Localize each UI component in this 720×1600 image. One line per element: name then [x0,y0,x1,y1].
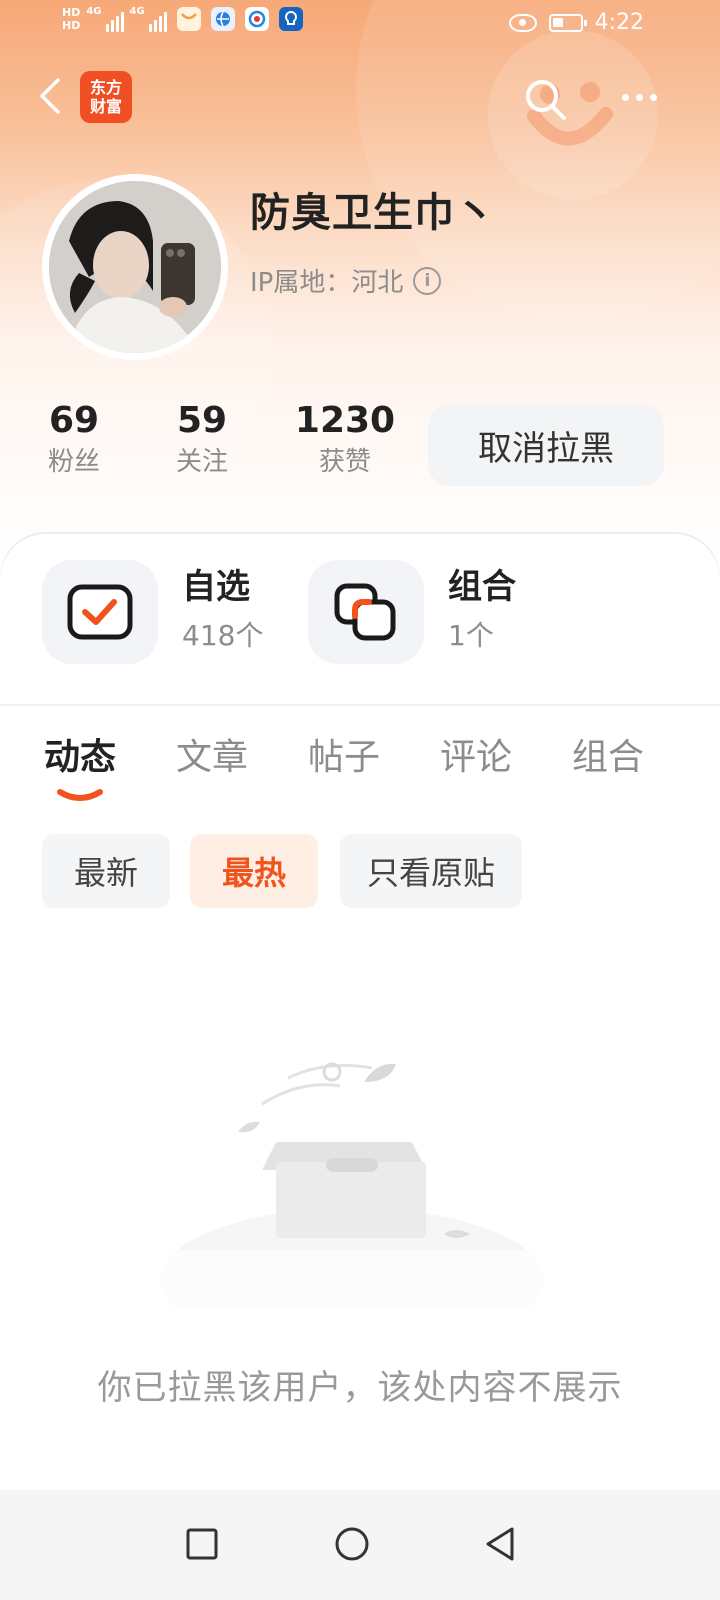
triangle-back-icon [486,1527,514,1561]
checkbox-check-icon [67,584,133,640]
filter-original-only[interactable]: 只看原贴 [340,834,522,908]
feature-count: 418个 [182,619,264,652]
stat-label: 粉丝 [47,447,100,477]
watchlist-entry[interactable]: 自选 418个 [42,560,263,664]
app-logo[interactable]: 东方 财富 [80,71,132,123]
more-dots-icon[interactable] [622,82,670,112]
recent-apps-button[interactable] [170,1512,234,1576]
notification-app-icon [210,7,235,31]
hd-indicator: HD HD [62,6,81,32]
circle-icon [335,1527,369,1561]
filter-hot[interactable]: 最热 [190,834,318,908]
unblock-button[interactable]: 取消拉黑 [428,404,664,486]
notification-app-icon [176,7,201,31]
feature-title: 组合 [448,567,516,607]
battery-icon [548,13,587,32]
stat-likes[interactable]: 1230 获赞 [290,400,400,482]
empty-message: 你已拉黑该用户，该处内容不展示 [97,1368,623,1408]
signal-icon: 4G [86,6,124,32]
system-back-button[interactable] [468,1512,532,1576]
stat-label: 关注 [175,447,228,477]
ip-location-row: IP属地：河北 i [250,262,442,299]
status-bar: HD HD 4G 4G 4:22 [0,0,720,48]
feature-card: 自选 418个 组合 1个 [0,534,720,704]
profile-screen: HD HD 4G 4G 4:22 东方 财富 防臭卫生巾丶 IP属地：河北 i … [0,0,720,1600]
active-tab-indicator [57,789,103,801]
stat-label: 获赞 [318,447,371,477]
stat-value: 1230 [294,400,396,441]
eye-comfort-icon [508,13,537,32]
tab-portfolio[interactable]: 组合 [572,730,644,786]
avatar[interactable] [42,174,228,360]
stat-value: 69 [48,400,100,441]
stat-following[interactable]: 59 关注 [162,400,242,482]
filter-latest[interactable]: 最新 [42,834,170,908]
tab-comments[interactable]: 评论 [440,730,512,786]
system-nav-bar [0,1490,720,1600]
square-icon [186,1528,218,1560]
info-icon[interactable]: i [413,266,442,295]
search-icon[interactable] [522,76,568,122]
stat-followers[interactable]: 69 粉丝 [34,400,114,482]
stat-value: 59 [176,400,228,441]
overlapping-squares-icon [334,583,396,641]
back-arrow-icon[interactable] [32,76,72,116]
feature-title: 自选 [182,567,250,607]
tab-articles[interactable]: 文章 [176,730,248,786]
empty-box-illustration [150,1062,570,1310]
portfolio-entry[interactable]: 组合 1个 [308,560,516,664]
ip-location: IP属地：河北 [250,268,404,298]
feature-count: 1个 [448,619,494,652]
username: 防臭卫生巾丶 [250,190,496,236]
home-button[interactable] [320,1512,384,1576]
notification-app-icon [278,7,303,31]
divider [0,704,720,706]
notification-app-icon [244,7,269,31]
tab-dynamics[interactable]: 动态 [44,730,116,786]
avatar-photo [49,181,221,353]
content-tabs: 动态 文章 帖子 评论 组合 [0,730,720,810]
clock: 4:22 [594,10,644,35]
tab-posts[interactable]: 帖子 [308,730,380,786]
signal-icon: 4G [130,6,167,32]
